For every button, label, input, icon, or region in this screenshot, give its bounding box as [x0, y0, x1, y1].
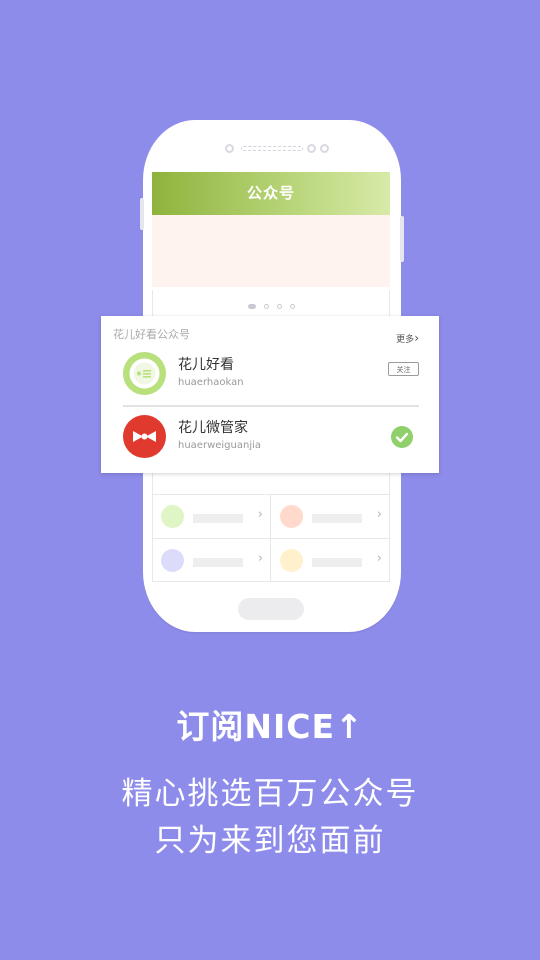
account-row[interactable]: 花儿微管家 huaerweiguanjia	[123, 411, 419, 461]
account-row[interactable]: 花儿好看 huaerhaokan 关注	[123, 348, 419, 398]
grid-cell[interactable]: ›	[271, 495, 388, 538]
grid-text-placeholder	[193, 514, 243, 523]
banner-placeholder	[152, 215, 390, 287]
grid-cell[interactable]: ›	[152, 495, 269, 538]
chevron-right-icon: ›	[414, 331, 419, 345]
checkmark-icon[interactable]	[391, 426, 413, 448]
carousel-dot	[263, 304, 269, 309]
account-name: 花儿好看	[178, 357, 234, 373]
headline: 订阅NICE↑	[176, 707, 364, 746]
chevron-right-icon: ›	[376, 551, 382, 566]
chevron-right-icon: ›	[257, 551, 263, 566]
account-name: 花儿微管家	[178, 420, 248, 436]
phone-sensor	[225, 144, 234, 153]
account-avatar	[123, 415, 166, 458]
more-link-label: 更多	[396, 335, 415, 345]
carousel-dot	[276, 304, 282, 309]
phone-camera	[307, 144, 316, 153]
account-avatar	[123, 352, 166, 395]
phone-camera-2	[320, 144, 329, 153]
screen-title: 公众号	[152, 172, 390, 215]
chat-bubble-icon	[129, 358, 160, 389]
row-divider	[123, 405, 419, 407]
grid-text-placeholder	[312, 514, 362, 523]
phone-power-button	[400, 216, 404, 262]
follow-button[interactable]: 关注	[388, 362, 419, 376]
card-section-title: 花儿好看公众号	[113, 328, 190, 341]
grid-text-placeholder	[193, 558, 243, 567]
grid-icon-placeholder	[280, 549, 303, 572]
phone-volume-button	[140, 198, 144, 230]
phone-speaker	[241, 146, 303, 151]
chevron-right-icon: ›	[376, 507, 382, 522]
carousel-dot	[289, 304, 295, 309]
grid-icon-placeholder	[161, 505, 184, 528]
more-link[interactable]: 更多›	[396, 331, 419, 345]
official-accounts-card: 花儿好看公众号 更多› 花儿好看 huaerhaokan 关注 花儿微管家 hu…	[101, 316, 439, 473]
grid-cell[interactable]: ›	[271, 539, 388, 582]
account-handle: huaerhaokan	[178, 377, 244, 388]
grid-cell[interactable]: ›	[152, 539, 269, 582]
home-button	[238, 598, 304, 620]
grid-icon-placeholder	[161, 549, 184, 572]
chevron-right-icon: ›	[257, 507, 263, 522]
carousel-dot-active	[247, 304, 256, 309]
subtitle-line-1: 精心挑选百万公众号	[121, 776, 419, 812]
subtitle-line-2: 只为来到您面前	[154, 823, 386, 859]
grid-text-placeholder	[312, 558, 362, 567]
carousel-indicator	[152, 294, 390, 313]
account-handle: huaerweiguanjia	[178, 440, 262, 451]
bow-tie-icon	[133, 431, 156, 442]
grid-icon-placeholder	[280, 505, 303, 528]
